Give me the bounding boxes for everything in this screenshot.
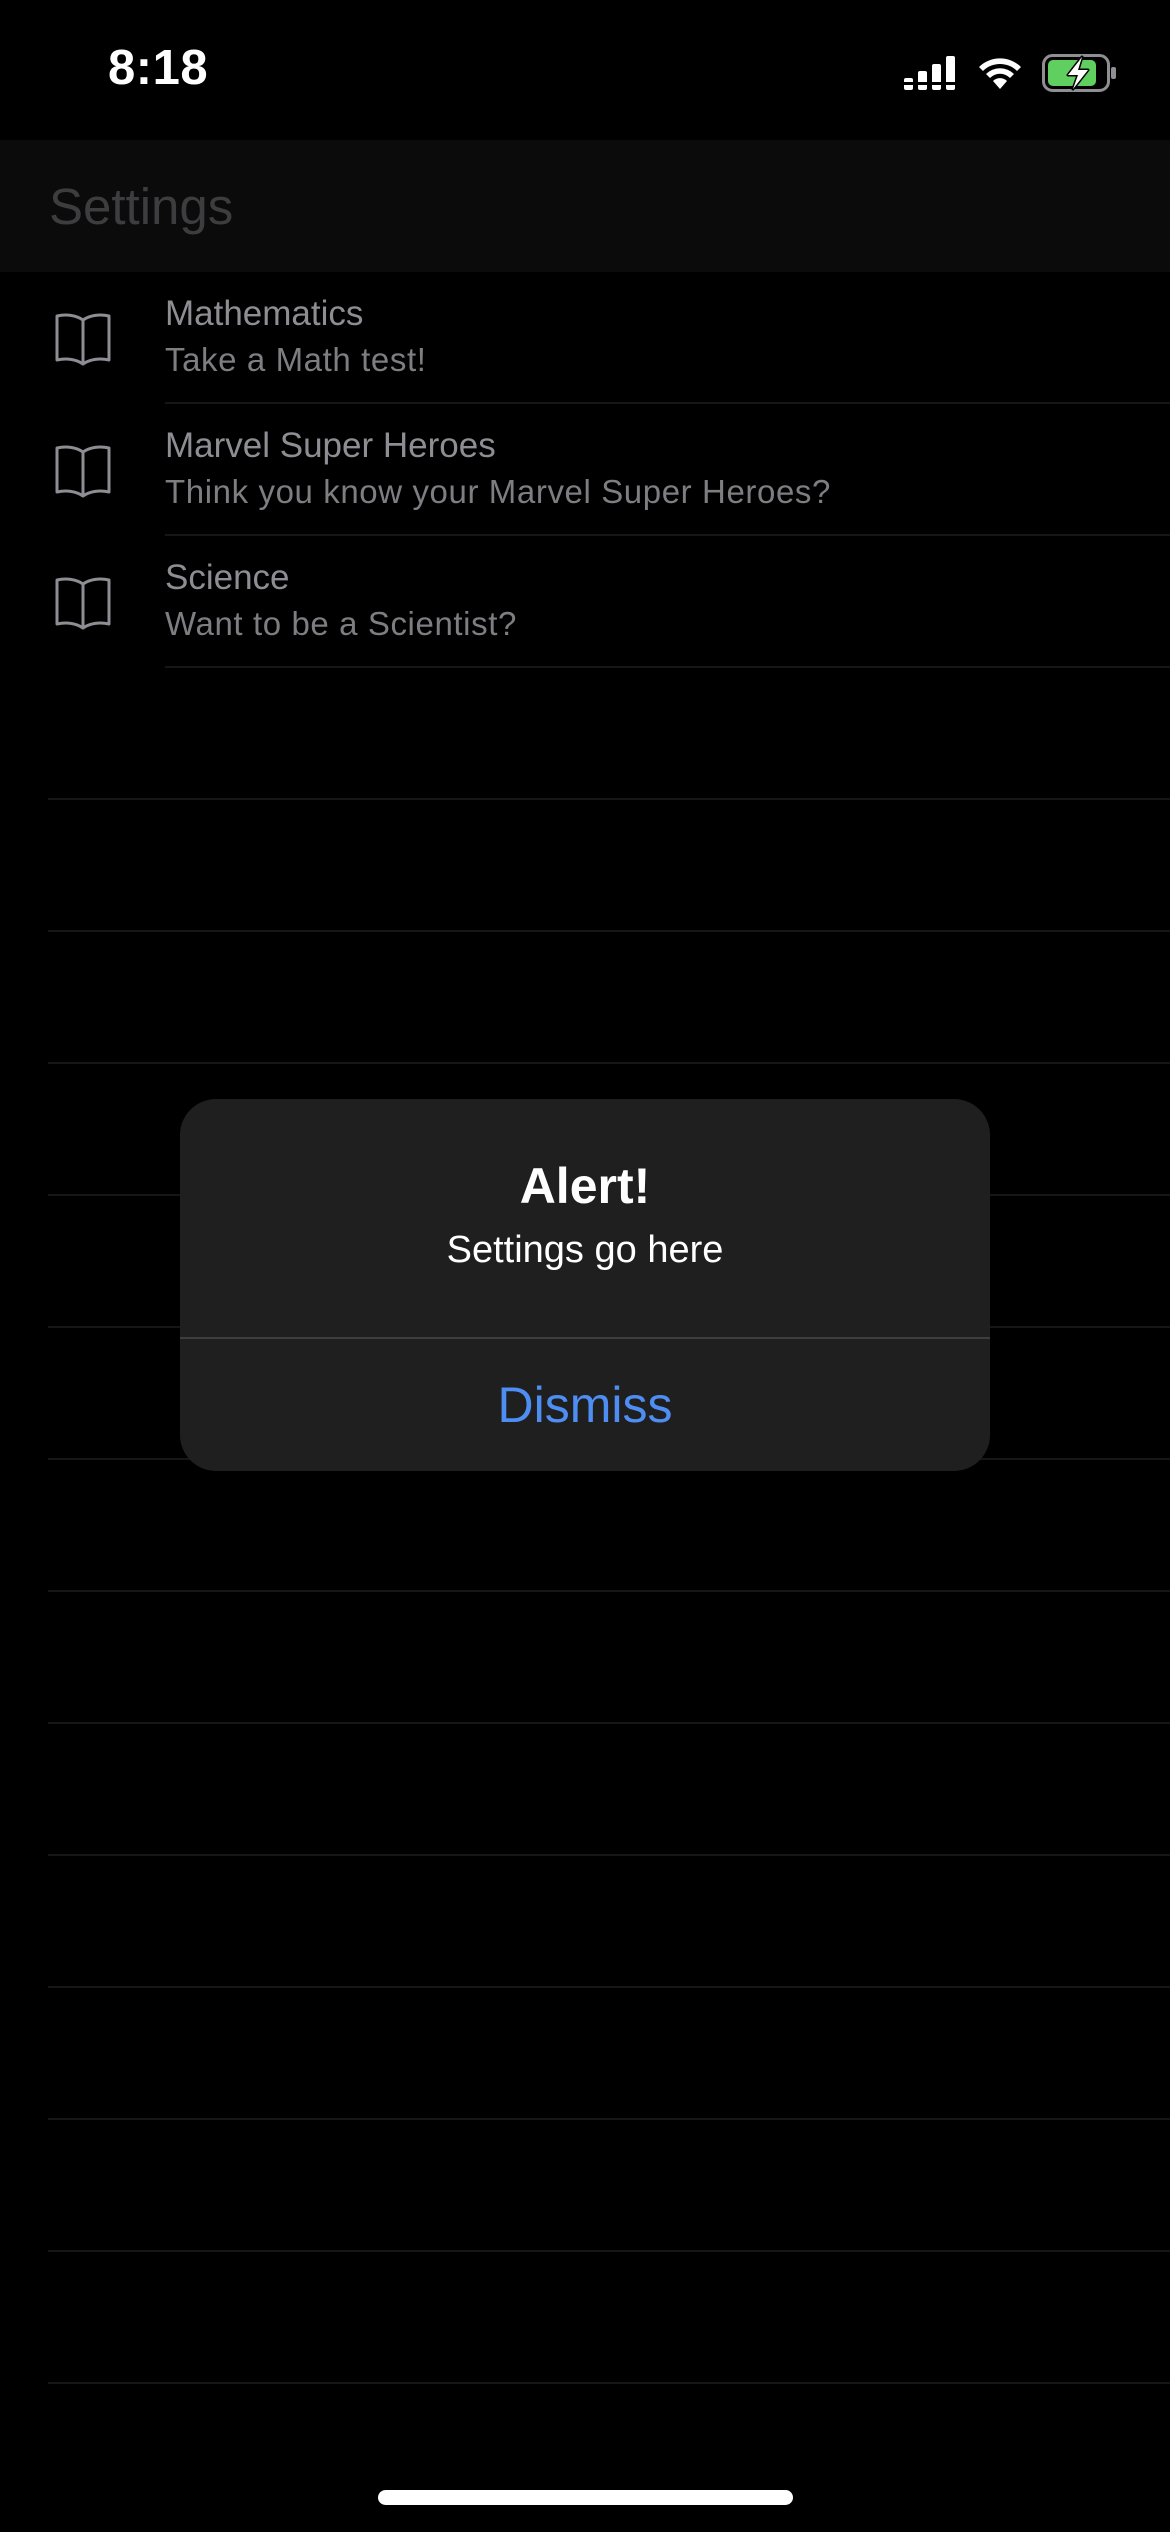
alert-dialog: Alert! Settings go here Dismiss xyxy=(180,1099,990,1471)
alert-message: Settings go here xyxy=(446,1229,724,1271)
dismiss-button[interactable]: Dismiss xyxy=(180,1339,990,1471)
home-indicator[interactable] xyxy=(378,2490,793,2505)
alert-title: Alert! xyxy=(519,1158,651,1214)
